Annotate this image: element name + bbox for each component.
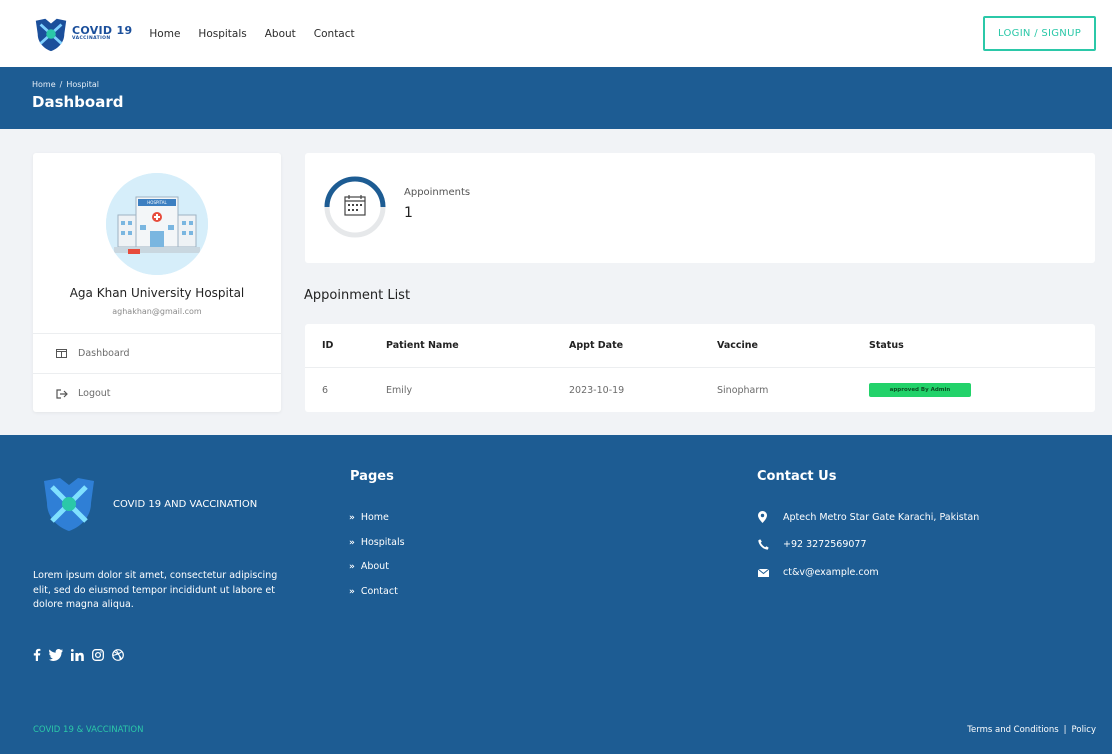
nav-link-home[interactable]: Home (149, 28, 180, 40)
column-header-patient-name: Patient Name (386, 340, 459, 351)
footer-link-about[interactable]: » About (349, 561, 389, 572)
brand-subtitle: VACCINATION (72, 36, 111, 42)
columns-icon (56, 349, 72, 358)
profile-card: HOSPITAL Aga Khan University Hospital ag… (33, 153, 281, 412)
footer-contact-title: Contact Us (757, 469, 837, 484)
breadcrumb: Home / Hospital (32, 80, 1112, 89)
footer-phone[interactable]: +92 3272569077 (758, 539, 867, 550)
double-chevron-right-icon: » (349, 561, 355, 572)
shield-logo-icon (35, 18, 67, 51)
hospital-email: aghakhan@gmail.com (112, 307, 202, 316)
calendar-icon (344, 195, 366, 216)
navbar: COVID 19 VACCINATION Home Hospitals Abou… (0, 0, 1112, 67)
appointment-gauge (324, 176, 386, 238)
page-title: Dashboard (32, 93, 124, 111)
footer-email-text: ct&v@example.com (783, 567, 879, 578)
appointment-table: ID Patient Name Appt Date Vaccine Status… (305, 324, 1095, 412)
brand-logo-link[interactable]: COVID 19 VACCINATION (32, 15, 132, 53)
column-header-vaccine: Vaccine (717, 340, 758, 351)
terms-link[interactable]: Terms and Conditions (967, 725, 1058, 735)
nav-link-contact[interactable]: Contact (314, 28, 355, 40)
table-header-row: ID Patient Name Appt Date Vaccine Status (305, 324, 1095, 368)
facebook-icon[interactable] (33, 648, 41, 661)
footer-link-home[interactable]: » Home (349, 512, 389, 523)
column-header-appt-date: Appt Date (569, 340, 624, 351)
dribbble-icon[interactable] (112, 648, 124, 661)
sidebar-item-label: Logout (78, 388, 111, 399)
footer-phone-text: +92 3272569077 (783, 539, 867, 550)
avatar: HOSPITAL (106, 173, 208, 275)
cell-status: approved By Admin (869, 383, 971, 397)
footer-link-label: Home (360, 512, 389, 523)
appointments-card: Appoinments 1 (305, 153, 1095, 263)
footer-pages-title: Pages (350, 469, 394, 484)
status-badge: approved By Admin (869, 383, 971, 397)
footer-address-text: Aptech Metro Star Gate Karachi, Pakistan (783, 511, 980, 523)
sidebar-item-dashboard[interactable]: Dashboard (33, 333, 281, 373)
appointments-count: 1 (404, 205, 413, 221)
social-links (33, 648, 124, 661)
footer-description: Lorem ipsum dolor sit amet, consectetur … (33, 570, 278, 610)
envelope-icon (758, 568, 772, 577)
footer-email[interactable]: ct&v@example.com (758, 567, 879, 578)
sidebar-item-logout[interactable]: Logout (33, 373, 281, 413)
footer-link-label: Contact (360, 586, 398, 597)
breadcrumb-hospital: Hospital (66, 80, 99, 89)
cell-id: 6 (322, 384, 329, 396)
footer-brand: COVID 19 AND VACCINATION (113, 499, 258, 510)
page-header: Home / Hospital Dashboard (0, 67, 1112, 129)
appointments-label: Appoinments (404, 187, 471, 198)
table-row: 6 Emily 2023-10-19 Sinopharm approved By… (305, 368, 1095, 412)
sidebar-item-label: Dashboard (78, 348, 130, 359)
brand-name: COVID 19 (72, 24, 133, 38)
double-chevron-right-icon: » (349, 586, 355, 597)
cell-patient-name: Emily (386, 384, 413, 396)
cell-vaccine: Sinopharm (717, 384, 769, 396)
footer-copyright: COVID 19 & VACCINATION (33, 725, 144, 735)
phone-icon (758, 539, 772, 550)
breadcrumb-separator: / (59, 80, 63, 89)
footer-address: Aptech Metro Star Gate Karachi, Pakistan (758, 511, 979, 523)
breadcrumb-home[interactable]: Home (32, 80, 56, 89)
nav-links: Home Hospitals About Contact (149, 28, 354, 40)
double-chevron-right-icon: » (349, 512, 355, 523)
double-chevron-right-icon: » (349, 537, 355, 548)
cell-appt-date: 2023-10-19 (569, 384, 625, 396)
linkedin-icon[interactable] (71, 648, 84, 661)
hospital-building-icon: HOSPITAL (106, 173, 208, 275)
nav-link-about[interactable]: About (265, 28, 296, 40)
column-header-id: ID (322, 340, 334, 351)
footer: COVID 19 AND VACCINATION Lorem ipsum dol… (0, 435, 1112, 754)
nav-link-hospitals[interactable]: Hospitals (198, 28, 246, 40)
policy-link[interactable]: Policy (1072, 725, 1096, 735)
footer-link-hospitals[interactable]: » Hospitals (349, 537, 405, 548)
instagram-icon[interactable] (92, 648, 104, 661)
footer-shield-logo-icon (44, 478, 94, 531)
footer-link-contact[interactable]: » Contact (349, 586, 398, 597)
footer-link-label: About (360, 561, 389, 572)
twitter-icon[interactable] (49, 648, 63, 661)
appointment-list-title: Appoinment List (304, 288, 411, 303)
login-signup-button[interactable]: LOGIN / SIGNUP (983, 16, 1096, 51)
footer-link-label: Hospitals (360, 537, 405, 548)
footer-legal-links: Terms and Conditions | Policy (967, 725, 1096, 735)
hospital-sign: HOSPITAL (147, 200, 167, 205)
column-header-status: Status (869, 340, 904, 351)
hospital-name: Aga Khan University Hospital (69, 286, 245, 300)
legal-separator: | (1063, 725, 1067, 735)
map-pin-icon (758, 511, 772, 523)
logout-icon (56, 388, 72, 399)
